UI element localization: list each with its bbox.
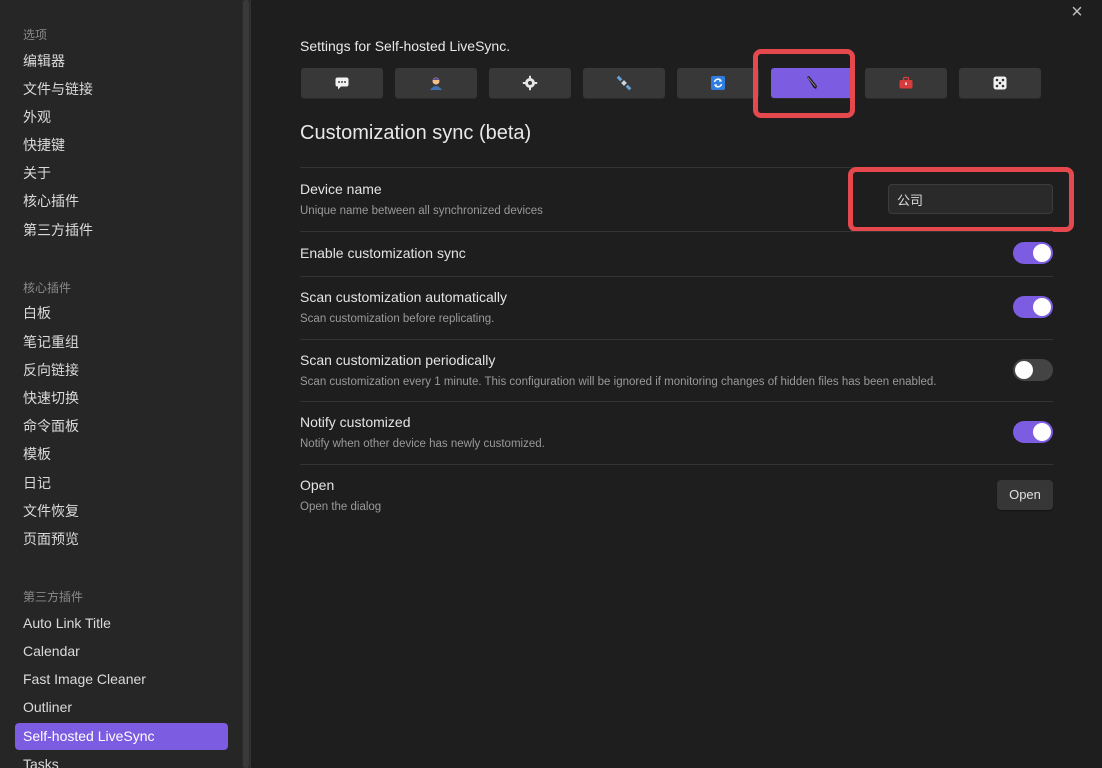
nav-item-note-composer[interactable]: 笔记重组 (15, 329, 228, 356)
setting-description: Open the dialog (300, 501, 382, 513)
nav-item-hotkeys[interactable]: 快捷键 (15, 132, 228, 159)
nav-item-fast-image-cleaner[interactable]: Fast Image Cleaner (15, 666, 228, 693)
nav-item-backlinks[interactable]: 反向链接 (15, 357, 228, 384)
notify-customized-toggle[interactable] (1013, 421, 1053, 443)
toolbox-icon (899, 76, 913, 89)
chat-icon (335, 77, 349, 90)
gear-icon (522, 75, 538, 91)
toggle-knob (1033, 298, 1051, 316)
setting-description: Scan customization every 1 minute. This … (300, 376, 937, 388)
tab-selector[interactable] (677, 68, 759, 98)
nav-item-templates[interactable]: 模板 (15, 441, 228, 468)
user-icon (430, 77, 442, 90)
tab-general[interactable] (489, 68, 571, 98)
nav-item-tasks[interactable]: Tasks (15, 751, 228, 768)
tab-hatch[interactable] (865, 68, 947, 98)
sync-icon (711, 76, 725, 90)
setting-open-dialog: Open Open the dialog (300, 464, 1053, 526)
tab-messages[interactable] (301, 68, 383, 98)
nav-item-calendar[interactable]: Calendar (15, 638, 228, 665)
dice-icon (993, 76, 1007, 90)
setting-enable-customization-sync: Enable customization sync (300, 231, 1053, 276)
setting-description: Notify when other device has newly custo… (300, 438, 545, 450)
open-dialog-button[interactable]: Open (997, 480, 1053, 510)
nav-item-page-preview[interactable]: 页面预览 (15, 526, 228, 553)
settings-sidebar: 选项 编辑器 文件与链接 外观 快捷键 关于 核心插件 第三方插件 核心插件 白… (0, 0, 242, 768)
nav-item-outliner[interactable]: Outliner (15, 694, 228, 721)
nav-item-canvas[interactable]: 白板 (15, 300, 228, 327)
pen-icon (807, 76, 817, 89)
tab-remote-config[interactable] (395, 68, 477, 98)
toggle-knob (1015, 361, 1033, 379)
close-icon[interactable]: × (1067, 2, 1087, 22)
tab-advanced[interactable] (959, 68, 1041, 98)
nav-item-files-links[interactable]: 文件与链接 (15, 76, 228, 103)
nav-item-about[interactable]: 关于 (15, 160, 228, 187)
scan-periodically-toggle[interactable] (1013, 359, 1053, 381)
toggle-knob (1033, 423, 1051, 441)
setting-name: Scan customization periodically (300, 352, 496, 368)
setting-name: Enable customization sync (300, 245, 466, 261)
page-heading: Settings for Self-hosted LiveSync. (300, 38, 511, 54)
setting-name: Device name (300, 181, 382, 197)
setting-name: Notify customized (300, 414, 411, 430)
satellite-icon (616, 75, 632, 91)
nav-item-daily-notes[interactable]: 日记 (15, 470, 228, 497)
toggle-knob (1033, 244, 1051, 262)
nav-item-appearance[interactable]: 外观 (15, 104, 228, 131)
nav-item-editor[interactable]: 编辑器 (15, 48, 228, 75)
group-title-core: 核心插件 (23, 281, 72, 295)
settings-content: × Settings for Self-hosted LiveSync. Cus… (251, 0, 1102, 768)
sidebar-scrollbar[interactable] (242, 0, 250, 768)
setting-name: Scan customization automatically (300, 289, 507, 305)
setting-description: Scan customization before replicating. (300, 313, 495, 325)
setting-description: Unique name between all synchronized dev… (300, 205, 543, 217)
tab-customization-sync[interactable] (771, 68, 853, 98)
nav-item-auto-link-title[interactable]: Auto Link Title (15, 610, 228, 637)
nav-item-self-hosted-livesync[interactable]: Self-hosted LiveSync (15, 723, 228, 750)
scan-automatically-toggle[interactable] (1013, 296, 1053, 318)
group-title-community: 第三方插件 (23, 590, 84, 604)
device-name-input[interactable] (888, 184, 1053, 214)
enable-customization-sync-toggle[interactable] (1013, 242, 1053, 264)
nav-item-file-recovery[interactable]: 文件恢复 (15, 498, 228, 525)
nav-item-command-palette[interactable]: 命令面板 (15, 413, 228, 440)
setting-notify-customized: Notify customized Notify when other devi… (300, 401, 1053, 464)
nav-item-community-plugins[interactable]: 第三方插件 (15, 217, 228, 244)
scrollbar-thumb[interactable] (243, 0, 249, 768)
setting-name: Open (300, 477, 335, 493)
nav-item-core-plugins[interactable]: 核心插件 (15, 188, 228, 215)
group-title-options: 选项 (23, 28, 48, 42)
setting-scan-automatically: Scan customization automatically Scan cu… (300, 276, 1053, 339)
section-title: Customization sync (beta) (300, 122, 532, 144)
tab-sync-settings[interactable] (583, 68, 665, 98)
setting-scan-periodically: Scan customization periodically Scan cus… (300, 339, 1053, 401)
nav-item-quick-switcher[interactable]: 快速切换 (15, 385, 228, 412)
